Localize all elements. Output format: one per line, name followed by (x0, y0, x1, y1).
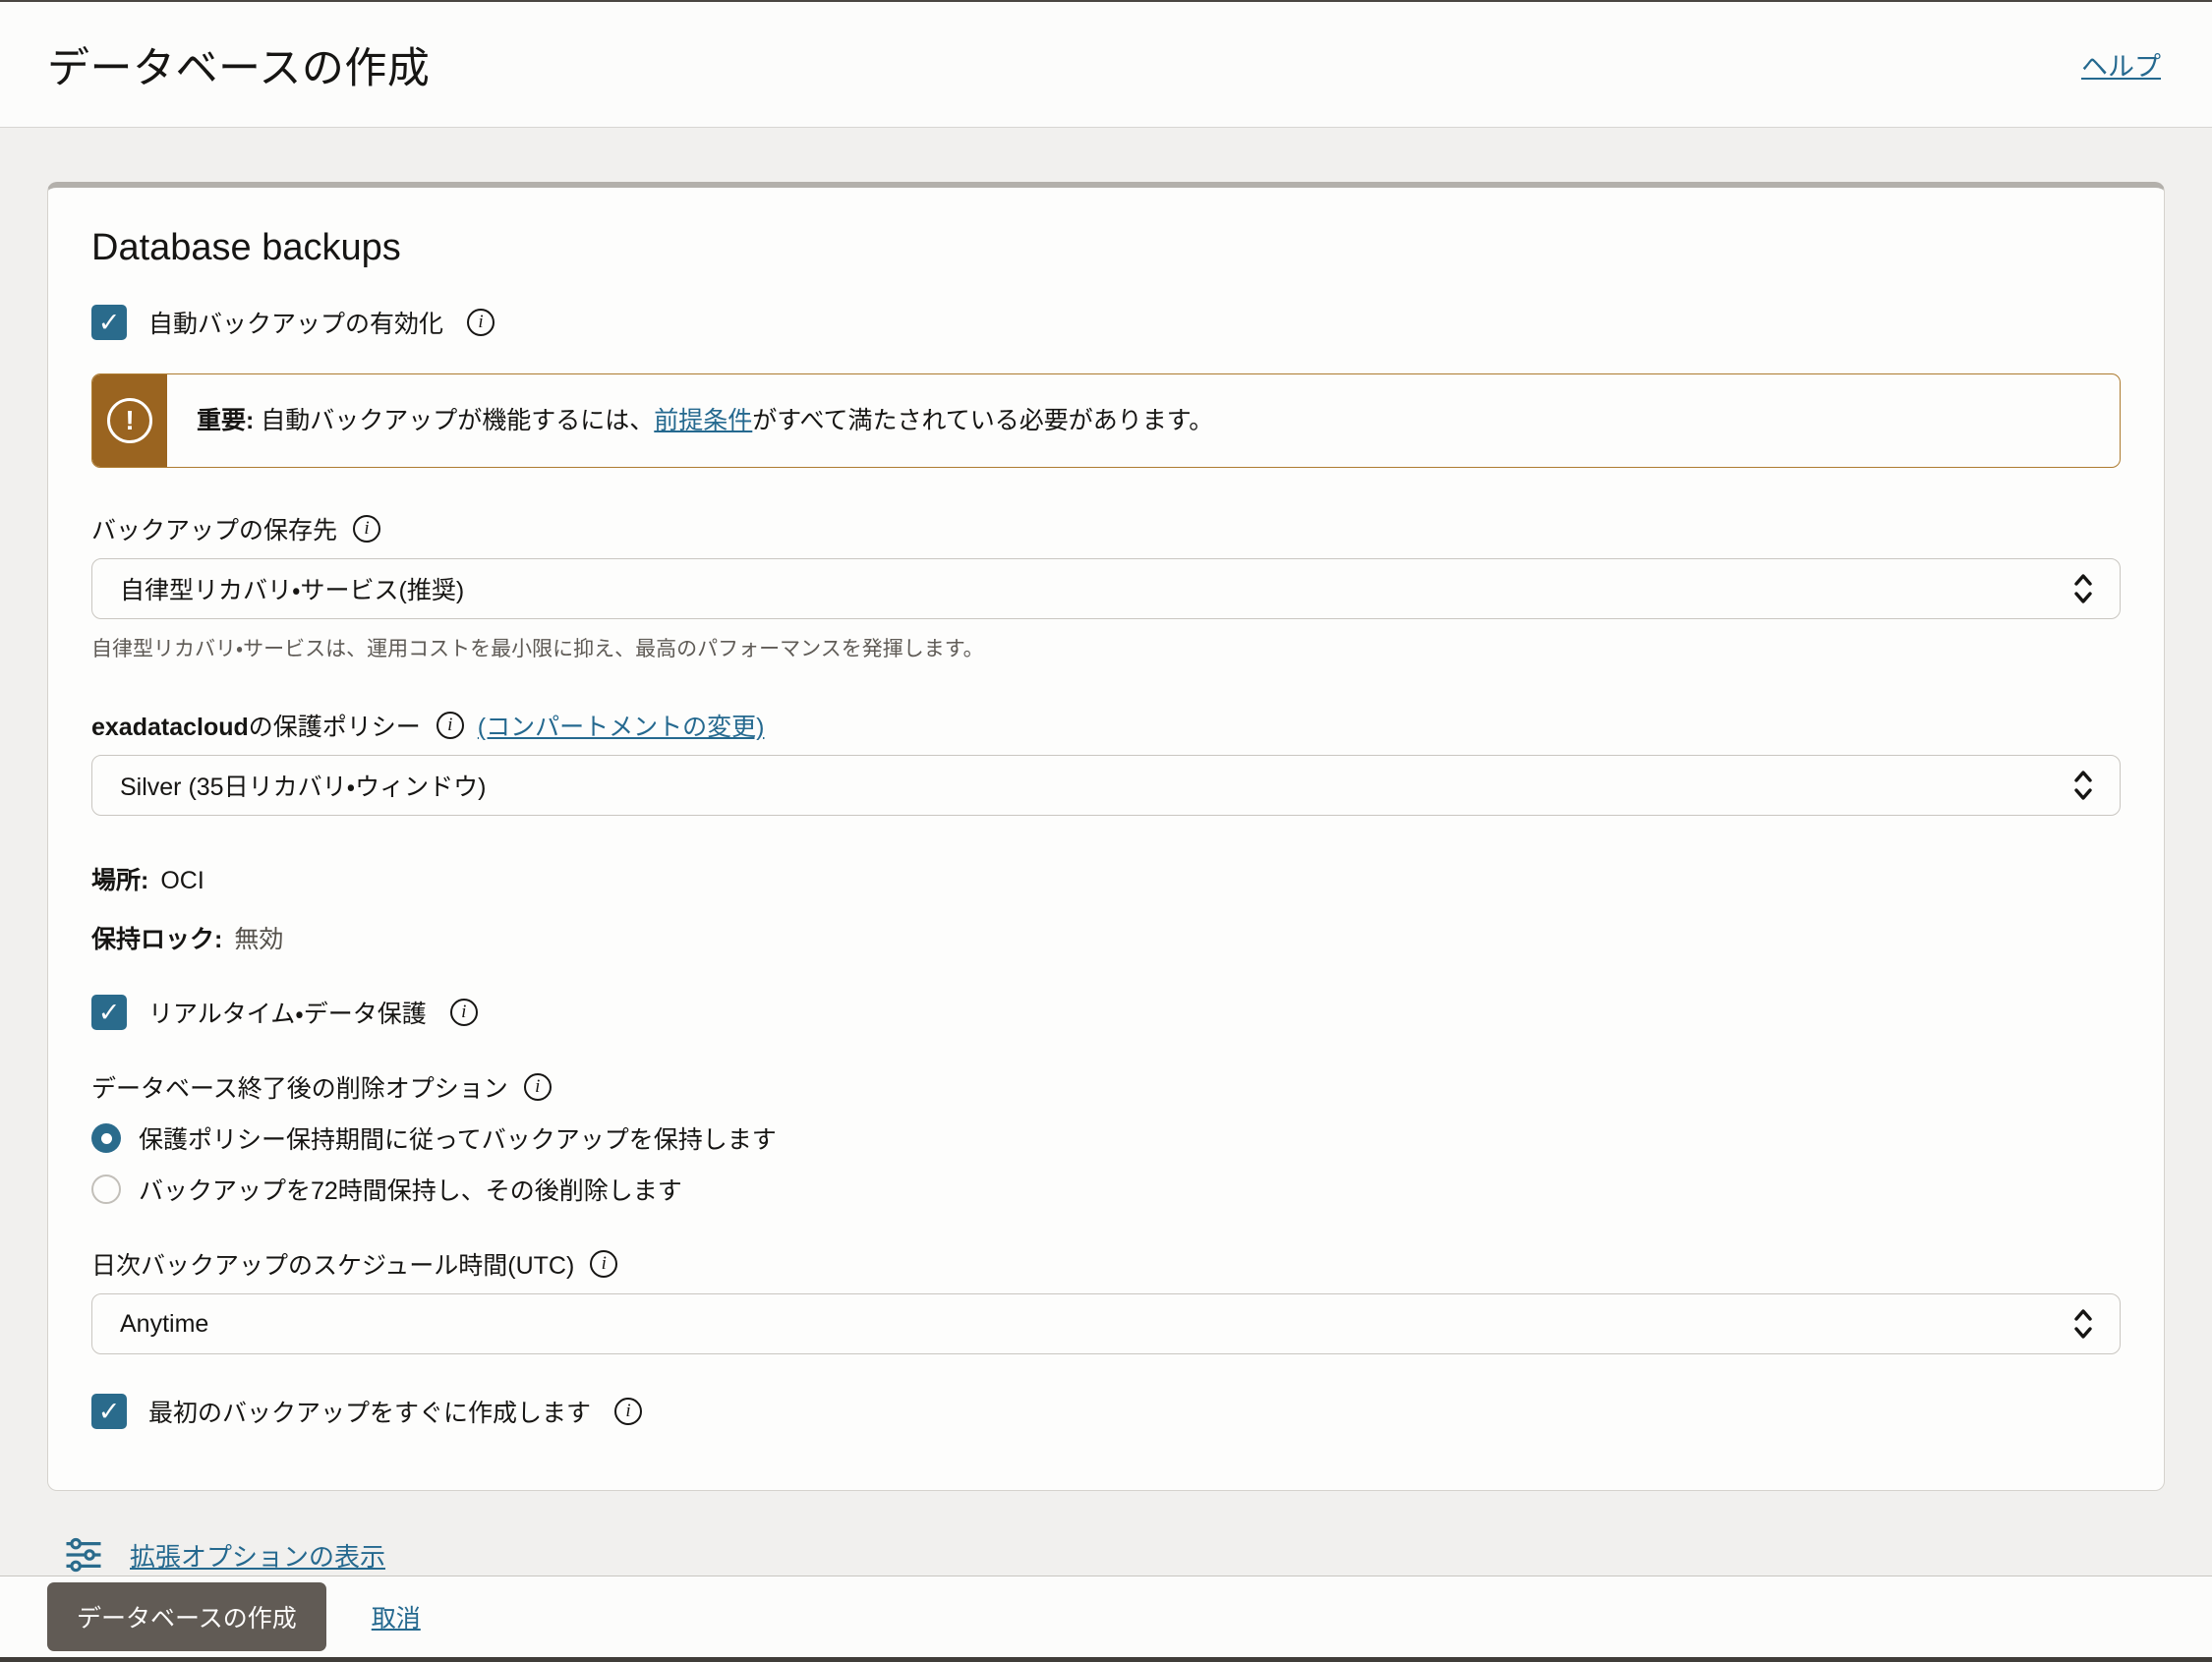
prerequisites-link[interactable]: 前提条件 (654, 407, 752, 434)
radio-selected-icon[interactable] (91, 1123, 121, 1153)
database-backups-panel: Database backups ✓ 自動バックアップの有効化 i ! 重要: … (47, 182, 2165, 1491)
retention-lock-value: 無効 (234, 920, 283, 955)
retention-lock-row: 保持ロック: 無効 (91, 920, 2121, 955)
info-icon[interactable]: i (524, 1073, 552, 1101)
radio-unselected-icon[interactable] (91, 1175, 121, 1204)
schedule-label-row: 日次バックアップのスケジュール時間(UTC) i (91, 1246, 2121, 1282)
auto-backup-label: 自動バックアップの有効化 (148, 305, 443, 340)
cancel-link[interactable]: 取消 (372, 1599, 421, 1634)
location-row: 場所: OCI (91, 861, 2121, 896)
realtime-protection-label: リアルタイム・データ保護 (148, 995, 427, 1030)
auto-backup-checkbox-row: ✓ 自動バックアップの有効化 i (91, 305, 2121, 340)
info-icon[interactable]: i (353, 515, 380, 543)
backup-destination-field: バックアップの保存先 i 自律型リカバリ・サービス(推奨) 自律型リカバリ・サー… (91, 511, 2121, 662)
page-footer: データベースの作成 取消 (0, 1576, 2212, 1662)
schedule-select[interactable]: Anytime (91, 1293, 2121, 1354)
warning-icon: ! (107, 398, 152, 443)
main-content: Database backups ✓ 自動バックアップの有効化 i ! 重要: … (0, 128, 2212, 1576)
backup-destination-label: バックアップの保存先 (91, 511, 337, 546)
warning-after-link: がすべて満たされている必要があります。 (752, 407, 1213, 434)
info-icon[interactable]: i (614, 1398, 642, 1425)
retention-lock-label: 保持ロック: (91, 920, 222, 955)
advanced-options-link[interactable]: 拡張オプションの表示 (130, 1537, 385, 1574)
info-icon[interactable]: i (590, 1250, 617, 1278)
info-icon[interactable]: i (450, 999, 478, 1026)
deletion-options-label-row: データベース終了後の削除オプション i (91, 1069, 2121, 1105)
backup-destination-value: 自律型リカバリ・サービス(推奨) (120, 571, 464, 606)
deletion-option-72h[interactable]: バックアップを72時間保持し、その後削除します (91, 1172, 2121, 1207)
protection-policy-field: exadatacloudの保護ポリシー i (コンパートメントの変更) Silv… (91, 708, 2121, 816)
location-label: 場所: (91, 861, 148, 896)
page-header: データベースの作成 ヘルプ (0, 2, 2212, 128)
page-title: データベースの作成 (47, 34, 430, 95)
deletion-options-field: データベース終了後の削除オプション i 保護ポリシー保持期間に従ってバックアップ… (91, 1069, 2121, 1207)
warning-prefix: 重要: (197, 407, 254, 434)
info-icon[interactable]: i (437, 712, 464, 739)
protection-policy-label: exadatacloudの保護ポリシー (91, 708, 421, 743)
create-database-button[interactable]: データベースの作成 (47, 1582, 326, 1651)
select-chevrons-icon (2072, 571, 2094, 606)
auto-backup-checkbox[interactable]: ✓ (91, 305, 127, 340)
first-backup-label: 最初のバックアップをすぐに作成します (148, 1394, 591, 1429)
location-value: OCI (160, 867, 204, 895)
warning-badge: ! (92, 374, 167, 467)
schedule-value: Anytime (120, 1310, 208, 1339)
protection-policy-value: Silver (35日リカバリ・ウィンドウ) (120, 768, 486, 803)
select-chevrons-icon (2072, 1306, 2094, 1342)
deletion-options-label: データベース終了後の削除オプション (91, 1069, 508, 1105)
protection-policy-label-row: exadatacloudの保護ポリシー i (コンパートメントの変更) (91, 708, 2121, 743)
panel-title: Database backups (91, 227, 2121, 269)
backup-destination-label-row: バックアップの保存先 i (91, 511, 2121, 546)
select-chevrons-icon (2072, 768, 2094, 803)
warning-banner: ! 重要: 自動バックアップが機能するには、前提条件がすべて満たされている必要が… (91, 373, 2121, 468)
realtime-protection-checkbox[interactable]: ✓ (91, 995, 127, 1030)
sliders-icon (63, 1534, 104, 1576)
info-icon[interactable]: i (467, 309, 495, 336)
warning-before-link: 自動バックアップが機能するには、 (254, 407, 654, 434)
schedule-label: 日次バックアップのスケジュール時間(UTC) (91, 1246, 574, 1282)
help-link[interactable]: ヘルプ (2081, 45, 2161, 84)
first-backup-checkbox[interactable]: ✓ (91, 1394, 127, 1429)
schedule-field: 日次バックアップのスケジュール時間(UTC) i Anytime (91, 1246, 2121, 1354)
first-backup-checkbox-row: ✓ 最初のバックアップをすぐに作成します i (91, 1394, 2121, 1429)
advanced-options-row: 拡張オプションの表示 (47, 1534, 2165, 1576)
protection-policy-select[interactable]: Silver (35日リカバリ・ウィンドウ) (91, 755, 2121, 816)
backup-destination-select[interactable]: 自律型リカバリ・サービス(推奨) (91, 558, 2121, 619)
deletion-option-retain[interactable]: 保護ポリシー保持期間に従ってバックアップを保持します (91, 1120, 2121, 1156)
realtime-protection-checkbox-row: ✓ リアルタイム・データ保護 i (91, 995, 2121, 1030)
warning-text: 重要: 自動バックアップが機能するには、前提条件がすべて満たされている必要があり… (167, 374, 1243, 467)
backup-destination-helper: 自律型リカバリ・サービスは、運用コストを最小限に抑え、最高のパフォーマンスを発揮… (91, 633, 2121, 662)
change-compartment-link[interactable]: (コンパートメントの変更) (478, 708, 765, 743)
